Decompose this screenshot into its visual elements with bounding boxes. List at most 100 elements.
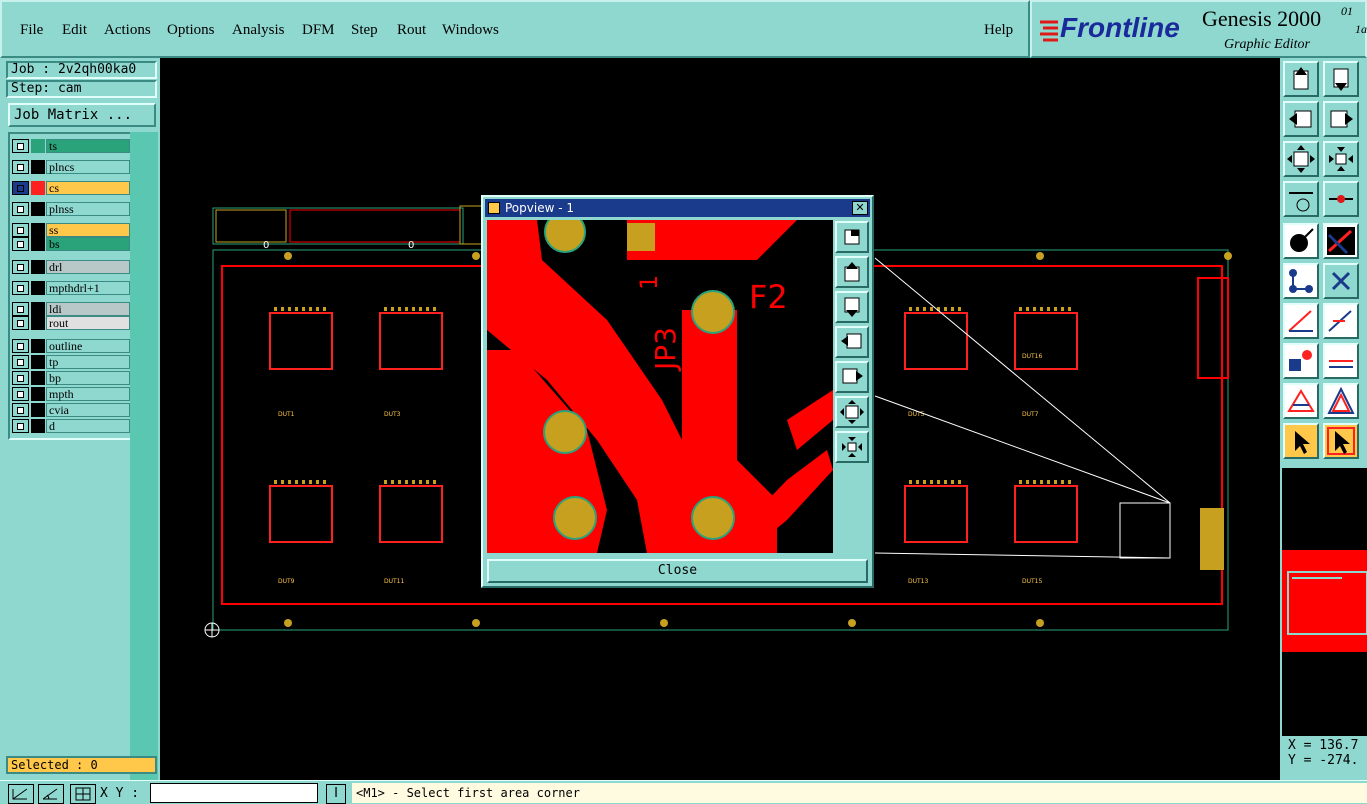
menu-windows[interactable]: Windows: [442, 22, 499, 39]
layer-row-mpthdrl-1[interactable]: mpthdrl+1: [12, 281, 130, 295]
layer-row-ss[interactable]: ss: [12, 223, 130, 237]
menu-file[interactable]: File: [20, 22, 43, 39]
layer-scroll-area[interactable]: [130, 132, 158, 804]
popview-canvas[interactable]: JP3 1 F2: [487, 220, 833, 553]
layer-name: mpthdrl+1: [46, 281, 130, 295]
menu-options[interactable]: Options: [167, 22, 215, 39]
measure-tools-icon[interactable]: [1283, 181, 1319, 217]
menu-step[interactable]: Step: [351, 22, 378, 39]
board-label: DUT16: [1022, 353, 1042, 360]
overview-map[interactable]: [1282, 468, 1367, 736]
layer-checkbox[interactable]: [12, 260, 29, 274]
layer-checkbox[interactable]: [12, 237, 29, 251]
layer-row-plncs[interactable]: plncs: [12, 160, 130, 174]
chip-pin: [433, 307, 436, 311]
layer-checkbox[interactable]: [12, 419, 29, 433]
polygon-icon[interactable]: [1323, 383, 1359, 419]
board-label: DUT15: [1022, 578, 1042, 585]
pan-down-icon[interactable]: [1323, 61, 1359, 97]
layer-name: d: [46, 419, 130, 433]
board-label: DUT9: [278, 578, 295, 585]
xy-input[interactable]: [150, 783, 318, 803]
snap-mode-icon[interactable]: [8, 784, 34, 804]
cross-icon[interactable]: [1323, 263, 1359, 299]
chip-pin: [1040, 480, 1043, 484]
layer-row-outline[interactable]: outline: [12, 339, 130, 353]
snap-icon[interactable]: [1323, 181, 1359, 217]
chip-pin: [1019, 307, 1022, 311]
layer-checkbox[interactable]: [12, 387, 29, 401]
net-icon[interactable]: [1283, 263, 1319, 299]
add-surface-icon[interactable]: [1283, 383, 1319, 419]
layer-checkbox[interactable]: [12, 139, 29, 153]
add-text-icon[interactable]: [1323, 343, 1359, 379]
layer-checkbox[interactable]: [12, 316, 29, 330]
close-window-icon[interactable]: ✕: [852, 201, 868, 215]
chip-pin: [1068, 307, 1071, 311]
chip-pin: [419, 480, 422, 484]
menu-actions[interactable]: Actions: [104, 22, 151, 39]
layer-checkbox[interactable]: [12, 202, 29, 216]
chip-pin: [923, 480, 926, 484]
layer-checkbox[interactable]: [12, 181, 29, 195]
layer-row-rout[interactable]: rout: [12, 316, 130, 330]
layer-color-swatch: [31, 302, 45, 316]
grid-mode-icon[interactable]: [70, 784, 96, 804]
x-coordinate: X = 136.7: [1288, 738, 1359, 753]
zoom-home-icon[interactable]: [1283, 61, 1319, 97]
pan-left-icon[interactable]: [1283, 101, 1319, 137]
chip-pin: [1033, 307, 1036, 311]
angle-mode-icon[interactable]: [38, 784, 64, 804]
layer-row-mpth[interactable]: mpth: [12, 387, 130, 401]
select-pointer-icon[interactable]: [1283, 423, 1319, 459]
layer-checkbox[interactable]: [12, 302, 29, 316]
layer-row-bp[interactable]: bp: [12, 371, 130, 385]
popview-pan-up-icon[interactable]: [835, 256, 869, 288]
highlight-mode-icon[interactable]: [1323, 223, 1359, 259]
menu-dfm[interactable]: DFM: [302, 22, 335, 39]
menu-rout[interactable]: Rout: [397, 22, 426, 39]
layer-row-cs[interactable]: cs: [12, 181, 130, 195]
layer-checkbox[interactable]: [12, 403, 29, 417]
add-line-icon[interactable]: [1283, 303, 1319, 339]
popview-zoom-out-icon[interactable]: [835, 431, 869, 463]
select-area-icon[interactable]: [1323, 423, 1359, 459]
layer-row-plnss[interactable]: plnss: [12, 202, 130, 216]
chip-pin: [391, 480, 394, 484]
layer-checkbox[interactable]: [12, 355, 29, 369]
chip-pin: [309, 307, 312, 311]
layer-checkbox[interactable]: [12, 160, 29, 174]
add-pad-icon[interactable]: [1283, 343, 1319, 379]
layer-checkbox[interactable]: [12, 371, 29, 385]
menu-edit[interactable]: Edit: [62, 22, 87, 39]
display-mode-icon[interactable]: [1283, 223, 1319, 259]
layer-row-tp[interactable]: tp: [12, 355, 130, 369]
zoom-in-icon[interactable]: [1283, 141, 1319, 177]
layer-row-drl[interactable]: drl: [12, 260, 130, 274]
popview-zoom-icon[interactable]: [835, 221, 869, 253]
layer-row-bs[interactable]: bs: [12, 237, 130, 251]
menu-analysis[interactable]: Analysis: [232, 22, 285, 39]
layer-row-ts[interactable]: ts: [12, 139, 130, 153]
layer-row-cvia[interactable]: cvia: [12, 403, 130, 417]
popview-pan-down-icon[interactable]: [835, 291, 869, 323]
popview-zoom-in-icon[interactable]: [835, 396, 869, 428]
layer-row-ldi[interactable]: ldi: [12, 302, 130, 316]
close-button[interactable]: Close: [487, 559, 868, 583]
layer-checkbox[interactable]: [12, 339, 29, 353]
layer-checkbox[interactable]: [12, 281, 29, 295]
board-label: DUT1: [278, 411, 295, 418]
job-matrix-button[interactable]: Job Matrix ...: [8, 103, 156, 127]
window-menu-icon[interactable]: [488, 202, 500, 214]
popview-title-bar[interactable]: Popview - 1 ✕: [485, 199, 870, 217]
popview-pan-left-icon[interactable]: [835, 326, 869, 358]
text-cursor-icon[interactable]: I: [326, 784, 346, 804]
popview-pan-right-icon[interactable]: [835, 361, 869, 393]
zoom-out-icon[interactable]: [1323, 141, 1359, 177]
menu-help[interactable]: Help: [984, 22, 1013, 39]
pan-right-icon[interactable]: [1323, 101, 1359, 137]
layer-checkbox[interactable]: [12, 223, 29, 237]
layer-row-d[interactable]: d: [12, 419, 130, 433]
add-arc-icon[interactable]: [1323, 303, 1359, 339]
board-zero-label-1: 0: [263, 240, 269, 251]
